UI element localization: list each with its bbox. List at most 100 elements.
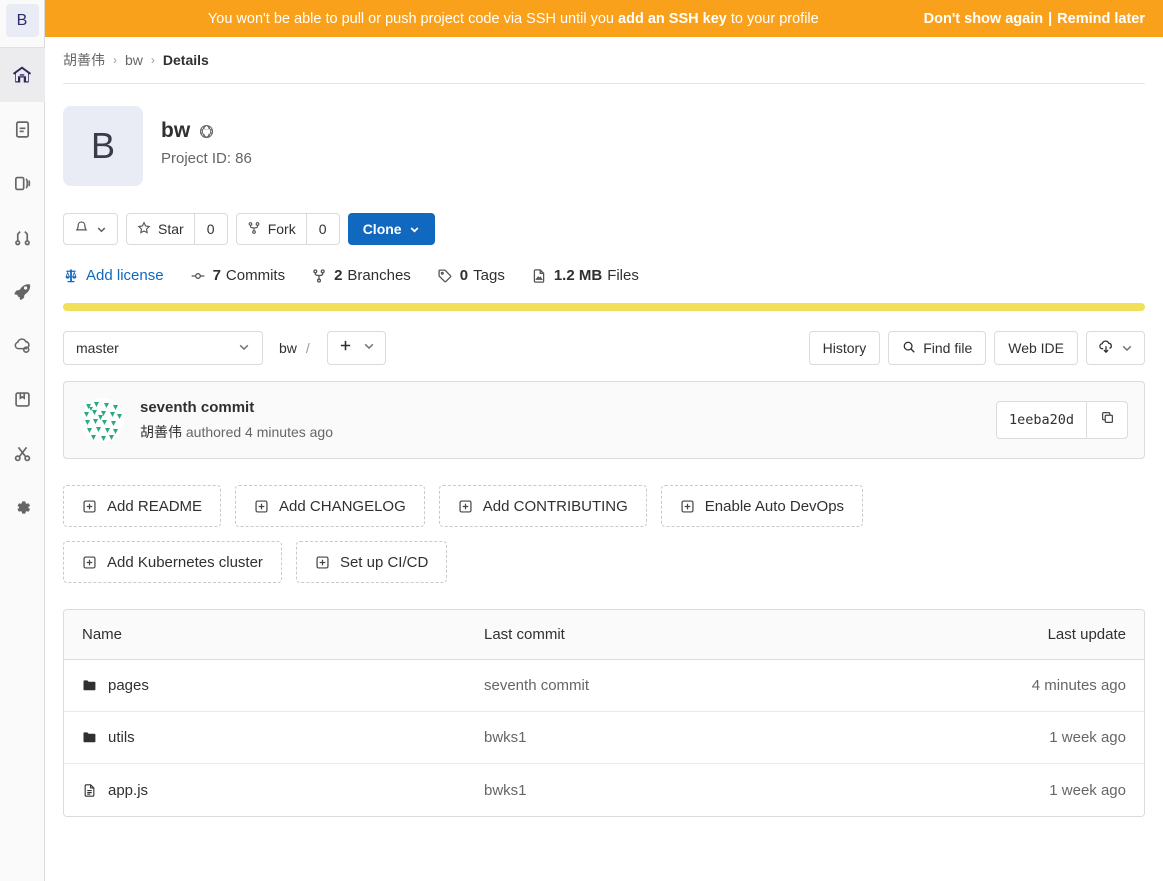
add-contributing-label: Add CONTRIBUTING	[482, 497, 628, 515]
add-ssh-key-link[interactable]: add an SSH key	[618, 11, 727, 27]
search-icon	[902, 340, 916, 357]
add-to-tree-button[interactable]	[326, 331, 386, 365]
add-license-label: Add license	[86, 267, 164, 284]
branches-stat[interactable]: 2 Branches	[311, 267, 411, 284]
package-icon	[13, 390, 32, 409]
sidebar-item-operations[interactable]	[0, 318, 45, 372]
set-up-ci-cd-button[interactable]: Set up CI/CD	[295, 541, 448, 583]
file-name-cell[interactable]: app.js	[64, 782, 484, 799]
column-header-last-commit: Last commit	[484, 626, 565, 643]
commits-label: Commits	[225, 267, 286, 284]
files-size-value: 1.2 MB	[553, 267, 603, 284]
copy-sha-button[interactable]	[1086, 401, 1128, 439]
sidebar-item-snippets[interactable]	[0, 426, 45, 480]
tags-label: Tags	[473, 267, 505, 284]
sidebar-item-repository[interactable]	[0, 102, 45, 156]
project-meta: bw Project ID: 86	[143, 106, 252, 167]
alert-actions: Don't show again | Remind later	[924, 11, 1145, 27]
add-changelog-label: Add CHANGELOG	[279, 497, 406, 515]
download-icon	[1098, 339, 1114, 358]
last-commit-title[interactable]: seventh commit	[140, 399, 996, 416]
add-readme-label: Add README	[107, 497, 203, 515]
last-commit-time: authored 4 minutes ago	[185, 423, 333, 440]
fork-count[interactable]: 0	[305, 213, 340, 245]
fork-button[interactable]: Fork	[235, 213, 306, 245]
file-name-cell[interactable]: utils	[64, 729, 484, 746]
commits-stat[interactable]: 7 Commits	[190, 267, 286, 284]
branches-count: 2	[334, 267, 343, 284]
sidebar-project-avatar[interactable]: B	[5, 4, 39, 37]
project-title-row: bw	[161, 119, 252, 143]
chevron-down-icon	[1121, 342, 1133, 354]
dont-show-again-link[interactable]: Don't show again	[924, 11, 1043, 27]
issues-icon	[13, 174, 32, 193]
sidebar-item-ci-cd[interactable]	[0, 264, 45, 318]
sidebar-item-settings[interactable]	[0, 480, 45, 534]
repository-toolbar-right: History Find file Web IDE	[808, 331, 1145, 365]
column-header-name: Name	[82, 626, 123, 643]
find-file-button[interactable]: Find file	[888, 331, 987, 365]
file-last-update-cell: 4 minutes ago	[1031, 677, 1126, 694]
last-commit-card: seventh commit 胡善伟 authored 4 minutes ag…	[63, 381, 1145, 459]
breadcrumb-item-details[interactable]: Details	[163, 52, 209, 68]
file-name-label: utils	[108, 729, 135, 746]
chevron-down-icon	[363, 339, 375, 357]
globe-icon	[199, 124, 214, 139]
sidebar-item-merge-requests[interactable]	[0, 210, 45, 264]
project-sidebar: B	[0, 0, 45, 881]
file-size-icon	[531, 268, 547, 284]
file-last-commit-cell[interactable]: bwks1	[484, 782, 884, 799]
last-commit-sha-group: 1eeba20d	[995, 401, 1128, 439]
commit-sha[interactable]: 1eeba20d	[995, 401, 1086, 439]
clone-button[interactable]: Clone	[347, 213, 435, 245]
files-size-stat[interactable]: 1.2 MB Files	[531, 267, 639, 284]
license-icon	[63, 268, 79, 284]
folder-icon	[82, 678, 97, 693]
file-name-cell[interactable]: pages	[64, 677, 484, 694]
chevron-down-icon	[96, 224, 107, 235]
notification-dropdown-button[interactable]	[63, 213, 118, 245]
add-kubernetes-cluster-button[interactable]: Add Kubernetes cluster	[63, 541, 282, 583]
file-last-commit-cell[interactable]: bwks1	[484, 729, 884, 746]
enable-auto-devops-label: Enable Auto DevOps	[704, 497, 845, 515]
add-kubernetes-cluster-label: Add Kubernetes cluster	[107, 553, 263, 571]
quick-actions: Add README Add CHANGELOG Add CONTRIBUTIN…	[63, 485, 963, 583]
add-contributing-button[interactable]: Add CONTRIBUTING	[438, 485, 647, 527]
branch-selector[interactable]: master	[63, 331, 263, 365]
files-size-label: Files	[607, 267, 639, 284]
add-changelog-button[interactable]: Add CHANGELOG	[235, 485, 425, 527]
add-readme-button[interactable]: Add README	[63, 485, 222, 527]
plus-square-icon	[82, 499, 97, 514]
breadcrumb-separator: ›	[113, 53, 117, 67]
web-ide-button[interactable]: Web IDE	[994, 331, 1078, 365]
breadcrumb-item-project[interactable]: bw	[125, 52, 143, 68]
table-row[interactable]: utils bwks1 1 week ago	[64, 712, 1144, 764]
language-bar[interactable]	[63, 303, 1145, 311]
sidebar-item-project-overview[interactable]	[0, 48, 45, 102]
language-segment-javascript[interactable]	[63, 303, 1145, 311]
sidebar-item-issues[interactable]	[0, 156, 45, 210]
table-row[interactable]: app.js bwks1 1 week ago	[64, 764, 1144, 816]
last-commit-author[interactable]: 胡善伟	[140, 424, 182, 440]
remind-later-link[interactable]: Remind later	[1057, 11, 1145, 27]
table-row[interactable]: pages seventh commit 4 minutes ago	[64, 660, 1144, 712]
file-last-commit-cell[interactable]: seventh commit	[484, 677, 884, 694]
star-button[interactable]: Star	[126, 213, 194, 245]
plus-square-icon	[680, 499, 695, 514]
star-icon	[137, 220, 151, 238]
path-separator: /	[305, 340, 310, 356]
history-button[interactable]: History	[808, 331, 881, 365]
download-dropdown-button[interactable]	[1086, 331, 1145, 365]
file-last-update-cell: 1 week ago	[1049, 781, 1126, 799]
enable-auto-devops-button[interactable]: Enable Auto DevOps	[660, 485, 864, 527]
bell-icon	[74, 220, 89, 238]
sidebar-item-packages[interactable]	[0, 372, 45, 426]
path-root[interactable]: bw	[279, 340, 297, 356]
star-count[interactable]: 0	[193, 213, 228, 245]
tags-stat[interactable]: 0 Tags	[437, 267, 505, 284]
add-license-link[interactable]: Add license	[63, 267, 164, 284]
branch-selector-value: master	[76, 340, 119, 356]
breadcrumb-item-group[interactable]: 胡善伟	[63, 50, 105, 70]
gear-icon	[13, 498, 32, 517]
last-commit-subtitle: 胡善伟 authored 4 minutes ago	[140, 422, 996, 442]
